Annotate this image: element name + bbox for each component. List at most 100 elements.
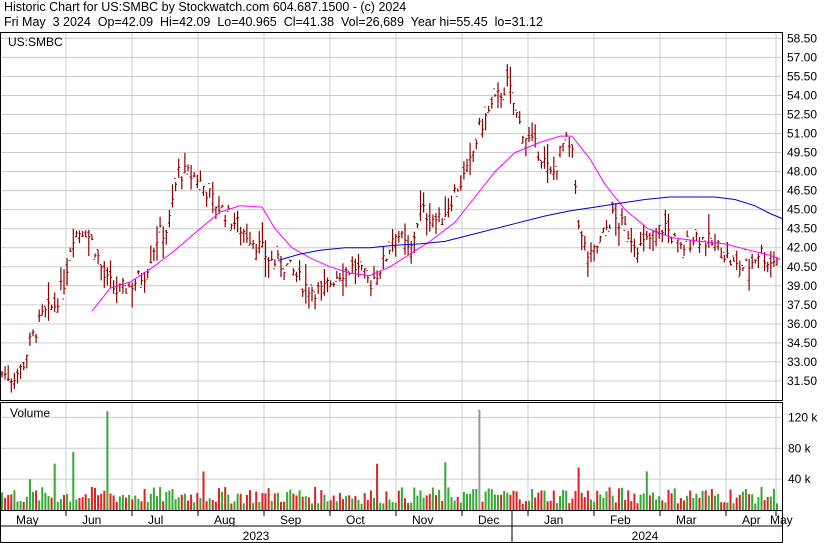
volume-bar [63, 494, 65, 510]
volume-bar [128, 494, 131, 510]
volume-bar [332, 495, 335, 510]
volume-bar [583, 497, 586, 510]
volume-bar [599, 494, 602, 510]
x-tick-label: Dec [478, 513, 499, 527]
volume-bar [397, 490, 400, 510]
y-tick-label: 80 k [788, 441, 812, 455]
volume-bar [379, 502, 382, 510]
volume-bar [4, 497, 7, 510]
price-chart: 58.50 57.00 55.50 54.00 52.50 51.00 49.50 48.00… [0, 31, 818, 543]
volume-bar [614, 502, 617, 510]
volume-bar [444, 462, 447, 510]
volume-bar [94, 487, 96, 510]
volume-bar [438, 489, 441, 510]
price-grid [0, 32, 782, 400]
x-tick-label: Mar [676, 513, 697, 527]
y-tick-label: 31.50 [787, 374, 817, 388]
volume-bar [66, 493, 69, 510]
volume-bar [704, 490, 707, 510]
y-tick-label: 49.50 [787, 146, 817, 160]
volume-bar [366, 499, 369, 510]
volume-bar [159, 487, 162, 510]
volume-bar [428, 494, 431, 510]
volume-bar [323, 494, 326, 510]
volume-bar [695, 493, 698, 510]
volume-bar [763, 500, 766, 510]
volume-bar [202, 471, 205, 510]
volume-bar [413, 487, 416, 510]
volume-bar [320, 490, 323, 510]
volume-bar [459, 502, 462, 510]
volume-bar [710, 488, 713, 510]
volume-bar [360, 503, 363, 510]
volume-bar [596, 490, 599, 510]
volume-bar [152, 487, 155, 510]
volume-bar [84, 494, 87, 510]
volume-bar [205, 501, 208, 510]
volume-bar [267, 488, 270, 510]
volume-bar [357, 499, 360, 510]
volume-bar [22, 501, 25, 510]
volume-bar [242, 503, 245, 510]
volume-bar [518, 499, 521, 510]
volume-bar [552, 490, 555, 510]
volume-bar [183, 493, 186, 510]
x-tick-label: Sep [280, 513, 302, 527]
volume-bar [221, 491, 224, 510]
x-tick-label: Feb [610, 513, 631, 527]
volume-bar [608, 487, 611, 510]
volume-bar [562, 489, 565, 510]
volume-bar [580, 492, 583, 510]
volume-bar [673, 488, 676, 510]
volume-bar [698, 497, 701, 510]
volume-bar [745, 488, 747, 510]
volume-bar [134, 495, 137, 510]
volume-bar [630, 501, 633, 510]
y-tick-label: 34.50 [787, 336, 817, 350]
volume-bar [667, 489, 670, 510]
volume-bar [512, 490, 515, 510]
volume-bar [714, 495, 716, 510]
volume-bar [701, 490, 704, 510]
y-tick-label: 33.00 [787, 355, 817, 369]
volume-bar [41, 487, 44, 510]
volume-bar [466, 494, 468, 510]
volume-bar [156, 496, 158, 510]
volume-bar [28, 479, 31, 510]
y-tick-label: 40 k [788, 472, 812, 486]
volume-bar [555, 503, 558, 510]
volume-bar [174, 499, 177, 510]
y-tick-label: 52.50 [787, 107, 817, 121]
volume-bar [227, 494, 230, 510]
volume-bar [171, 489, 174, 510]
volume-bar [493, 494, 496, 510]
volume-bar [342, 499, 344, 510]
volume-bar [131, 499, 134, 510]
volume-bar [304, 496, 307, 510]
volume-bar [187, 500, 189, 510]
volume-bar [593, 501, 596, 510]
volume-bar [509, 494, 512, 510]
y-tick-label: 43.50 [787, 222, 817, 236]
volume-bar [382, 503, 385, 510]
volume-bar [419, 490, 422, 510]
volume-bar [140, 501, 143, 510]
volume-bar [236, 493, 239, 510]
x-tick-label: May [16, 513, 39, 527]
volume-bar [149, 493, 152, 510]
volume-bar [7, 494, 10, 510]
volume-bar [540, 490, 543, 510]
volume-bar [348, 495, 351, 510]
volume-bar [732, 503, 735, 510]
volume-bar [270, 500, 273, 510]
volume-bar [121, 494, 124, 510]
volume-bar [307, 497, 310, 510]
y-tick-label: 39.00 [787, 279, 817, 293]
volume-bar [72, 452, 75, 510]
volume-bar [735, 497, 738, 510]
volume-bar [772, 488, 775, 510]
volume-bar [239, 493, 242, 510]
volume-bar [273, 493, 276, 510]
x-tick-label: Oct [346, 513, 365, 527]
volume-bar [769, 496, 772, 510]
